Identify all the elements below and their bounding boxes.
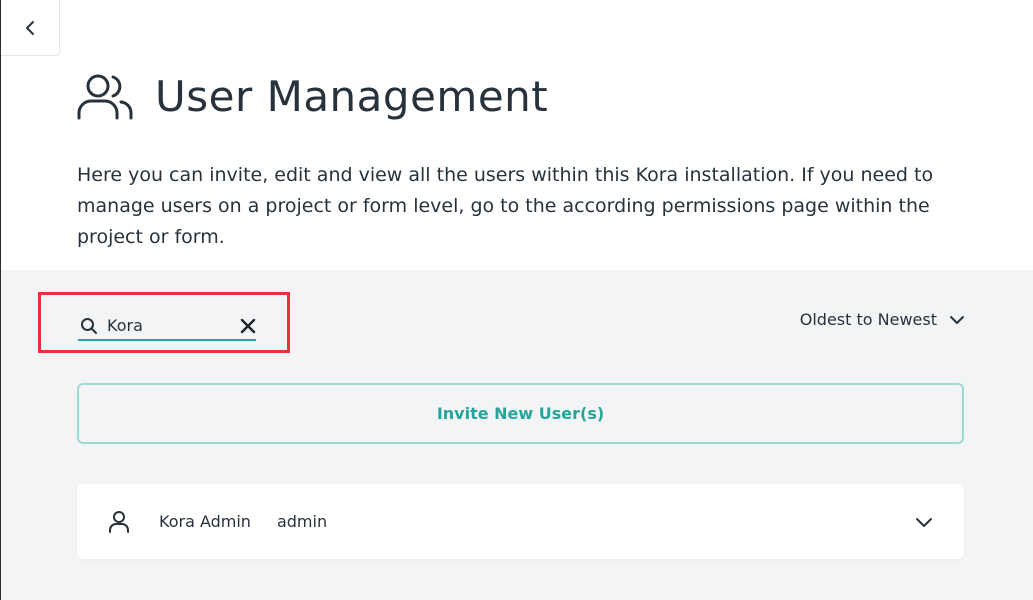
search-input[interactable] [107,313,227,338]
title-row: User Management [76,68,548,124]
chevron-down-icon[interactable] [914,512,934,532]
search-field [78,312,256,341]
invite-new-users-button[interactable]: Invite New User(s) [77,383,964,444]
chevron-down-icon [950,315,964,324]
user-name: Kora Admin [159,512,251,531]
user-username: admin [276,512,328,531]
user-icon [109,510,129,533]
users-icon [77,74,133,120]
search-icon [81,317,97,334]
back-button[interactable] [1,0,60,56]
chevron-left-icon [26,20,34,35]
page-description: Here you can invite, edit and view all t… [77,164,934,248]
page-title: User Management [155,71,549,121]
sort-dropdown[interactable]: Oldest to Newest [800,310,965,329]
close-icon[interactable] [238,316,258,336]
user-management-page: User Management Here you can invite, edi… [0,0,1033,600]
search-highlight-box [38,292,290,353]
page-header: User Management Here you can invite, edi… [1,0,1033,270]
sort-selected-label: Oldest to Newest [799,310,937,329]
content-area: Oldest to Newest Invite New User(s) Kora… [1,270,1033,600]
user-card[interactable]: Kora Admin admin [77,484,964,559]
